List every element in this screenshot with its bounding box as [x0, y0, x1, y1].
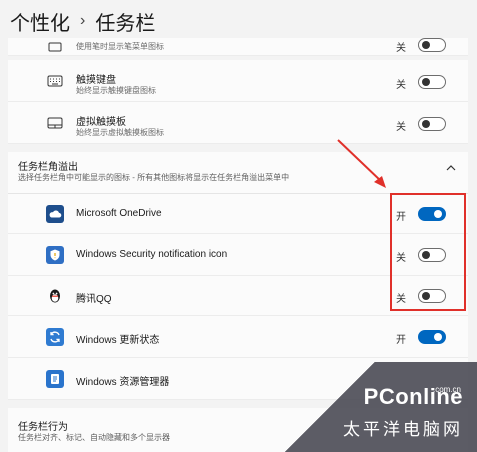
section-description: 任务栏对齐、标记、自动隐藏和多个显示器: [18, 433, 170, 442]
chevron-right-icon: ›: [80, 12, 86, 29]
settings-page: 个性化 › 任务栏 使用笔时显示笔菜单图标 关 触摸键盘 始终显示触摸键盘图标 …: [0, 0, 477, 452]
overflow-item-name: Windows Security notification icon: [76, 249, 228, 260]
virtual-touchpad-toggle[interactable]: [418, 117, 446, 131]
touch-keyboard-toggle[interactable]: [418, 75, 446, 89]
annotation-highlight-box: [390, 193, 466, 311]
page-title: 任务栏: [95, 12, 156, 35]
overflow-item-name: 腾讯QQ: [76, 294, 112, 305]
setting-subtitle: 始终显示虚拟触摸板图标: [76, 128, 164, 137]
toggle-state-label: 关: [396, 80, 406, 91]
toggle-state-label: 开: [396, 335, 406, 346]
touchpad-icon: [46, 114, 64, 132]
overflow-item-windows-update: Windows 更新状态 开: [8, 316, 468, 358]
qq-penguin-icon: [46, 287, 64, 305]
explorer-icon: [46, 370, 64, 388]
section-title: 任务栏角溢出: [18, 162, 78, 173]
keyboard-icon: [46, 72, 64, 90]
watermark-tagline: 太平洋电脑网: [343, 420, 463, 439]
watermark-domain: .com.cn: [432, 385, 461, 394]
setting-row-touch-keyboard: 触摸键盘 始终显示触摸键盘图标 关: [8, 60, 468, 102]
annotation-arrow-icon: [337, 139, 386, 188]
chevron-up-icon[interactable]: [446, 160, 456, 174]
setting-subtitle: 始终显示触摸键盘图标: [76, 86, 156, 95]
setting-title: 虚拟触摸板: [76, 117, 126, 128]
section-description: 选择任务栏角中可能显示的图标 - 所有其他图标将显示在任务栏角溢出菜单中: [18, 173, 290, 182]
toggle-state-label: 关: [396, 43, 406, 54]
toggle-state-label: 关: [396, 122, 406, 133]
cloud-icon: [46, 205, 64, 223]
windows-update-toggle[interactable]: [418, 330, 446, 344]
pen-menu-toggle[interactable]: [418, 38, 446, 52]
watermark: PConline .com.cn 太平洋电脑网: [257, 362, 477, 452]
setting-row-pen-menu: 使用笔时显示笔菜单图标 关: [8, 38, 468, 56]
security-shield-icon: [46, 246, 64, 264]
overflow-item-name: Windows 更新状态: [76, 335, 160, 346]
section-title: 任务栏行为: [18, 422, 68, 433]
pen-icon: [46, 38, 64, 56]
breadcrumb: 个性化 › 任务栏: [10, 4, 155, 38]
update-icon: [46, 328, 64, 346]
breadcrumb-parent[interactable]: 个性化: [10, 7, 70, 36]
setting-subtitle: 使用笔时显示笔菜单图标: [76, 42, 164, 51]
overflow-item-name: Microsoft OneDrive: [76, 208, 162, 219]
setting-title: 触摸键盘: [76, 75, 116, 86]
overflow-item-name: Windows 资源管理器: [76, 377, 170, 388]
